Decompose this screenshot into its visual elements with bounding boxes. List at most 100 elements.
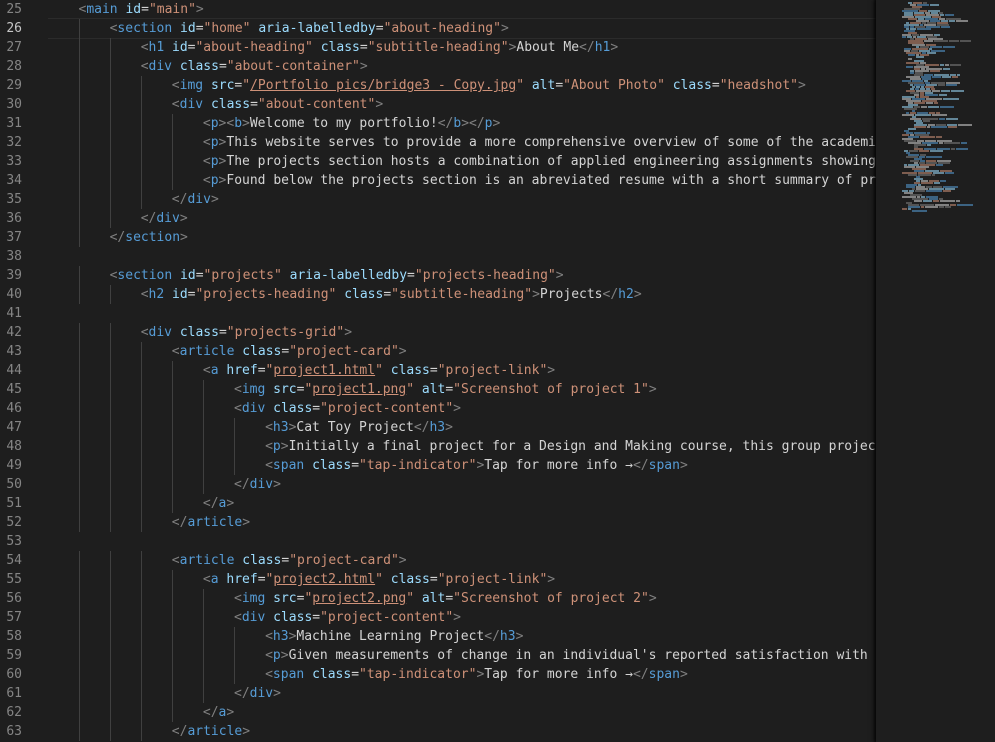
token-str: "about-content" xyxy=(257,97,376,112)
minimap-stroke xyxy=(923,120,930,122)
code-line[interactable]: </article> xyxy=(48,722,876,741)
code-line[interactable]: <h3>Cat Toy Project</h3> xyxy=(48,418,876,437)
code-line[interactable]: <div class="project-content"> xyxy=(48,608,876,627)
code-line[interactable]: <p>Initially a final project for a Desig… xyxy=(48,437,876,456)
code-line[interactable]: <img src = "/Portfolio pics/bridge3 - Copy… xyxy=(48,76,876,95)
indent-guide xyxy=(202,456,204,475)
token-str: "project-link" xyxy=(437,572,548,587)
token-bracket: > xyxy=(273,477,281,492)
code-line[interactable]: <p>Given measurements of change in an in… xyxy=(48,646,876,665)
minimap-stroke xyxy=(946,84,957,86)
code-area[interactable]: <main id="main"> <section id="home" aria-… xyxy=(48,0,876,742)
token-str: "project-content" xyxy=(320,610,454,625)
indent-guide xyxy=(78,152,80,171)
token-str: " xyxy=(242,78,251,93)
code-line[interactable]: </article> xyxy=(48,513,876,532)
token-link[interactable]: project1.html xyxy=(273,363,375,378)
minimap-stroke xyxy=(944,142,960,144)
code-editor[interactable]: 25 26 27 28 29 30 31 32 33 34 35 36 37 38 39 40 41 42 43 44… xyxy=(0,0,995,742)
indent-guide xyxy=(78,513,80,532)
code-line[interactable]: <img src="project1.png" alt="Screenshot … xyxy=(48,380,876,399)
code-line[interactable]: <article class="project-card"> xyxy=(48,342,876,361)
line-number: 63 xyxy=(6,724,22,739)
code-line[interactable]: <h3>Machine Learning Project</h3> xyxy=(48,627,876,646)
indent-guide xyxy=(78,361,80,380)
code-line[interactable] xyxy=(48,304,876,323)
code-line[interactable]: <a href="project2.html" class="project-l… xyxy=(48,570,876,589)
code-line[interactable]: <p><b>Welcome to my portfolio!</b></p> xyxy=(48,114,876,133)
code-line[interactable]: <span class="tap-indicator">Tap for more… xyxy=(48,456,876,475)
minimap-stroke xyxy=(939,94,947,96)
token-bracket: < xyxy=(234,610,242,625)
token-text: = xyxy=(312,610,321,625)
code-line[interactable]: </a> xyxy=(48,703,876,722)
token-tag: h3 xyxy=(272,420,289,435)
code-line[interactable] xyxy=(48,247,876,266)
code-line[interactable]: <main id="main"> xyxy=(48,0,876,19)
token-tag: h1 xyxy=(594,40,611,55)
token-str: "subtitle-heading" xyxy=(367,40,509,55)
token-tag: b xyxy=(453,116,462,131)
code-content: <div class="projects-grid"> xyxy=(141,323,352,342)
token-link[interactable]: project1.png xyxy=(312,382,406,397)
minimap-stroke xyxy=(940,106,954,108)
indent-guide xyxy=(78,399,80,418)
code-line[interactable]: <section id="home" aria-labelledby="abou… xyxy=(48,18,876,39)
code-line[interactable]: </div> xyxy=(48,209,876,228)
code-line[interactable]: <h1 id="about-heading" class="subtitle-h… xyxy=(48,38,876,57)
indent-guide xyxy=(140,133,142,152)
code-line[interactable]: <article class="project-card"> xyxy=(48,551,876,570)
code-line[interactable]: </section> xyxy=(48,228,876,247)
line-number: 54 xyxy=(6,553,22,568)
code-line[interactable]: <p>The projects section hosts a combinat… xyxy=(48,152,876,171)
token-link[interactable]: project2.html xyxy=(273,572,375,587)
token-link[interactable]: project2.png xyxy=(312,591,406,606)
code-line[interactable]: <p>This website serves to provide a more… xyxy=(48,133,876,152)
indent-guide xyxy=(109,665,111,684)
line-number: 36 xyxy=(6,211,22,226)
token-text: Welcome to my portfolio! xyxy=(249,116,438,131)
token-tag: p xyxy=(210,154,219,169)
minimap-stroke xyxy=(932,114,947,116)
indent-guide xyxy=(140,475,142,494)
indent-guide xyxy=(140,190,142,209)
code-line[interactable]: </a> xyxy=(48,494,876,513)
token-bracket: > xyxy=(359,59,368,74)
token-tag: article xyxy=(179,553,235,568)
token-attr: href xyxy=(226,572,258,587)
code-line[interactable]: <h2 id="projects-heading" class="subtitl… xyxy=(48,285,876,304)
code-line[interactable]: <img src="project2.png" alt="Screenshot … xyxy=(48,589,876,608)
code-line[interactable]: <div class="project-content"> xyxy=(48,399,876,418)
minimap[interactable] xyxy=(876,0,995,742)
code-line[interactable]: </div> xyxy=(48,684,876,703)
code-line[interactable]: <div class="about-content"> xyxy=(48,95,876,114)
minimap-stroke xyxy=(949,40,959,42)
token-attr: class xyxy=(210,97,251,112)
token-link[interactable]: /Portfolio pics/bridge3 - Copy.jpg xyxy=(250,78,516,93)
indent-guide xyxy=(78,133,80,152)
token-bracket: > xyxy=(648,382,657,397)
token-text: = xyxy=(359,40,368,55)
token-str: " xyxy=(375,363,383,378)
code-line[interactable]: </div> xyxy=(48,190,876,209)
code-line[interactable]: <a href="project1.html" class="project-l… xyxy=(48,361,876,380)
code-line[interactable]: <section id="projects" aria-labelledby="… xyxy=(48,266,876,285)
minimap-stroke xyxy=(932,90,940,92)
token-tag: div xyxy=(187,192,211,207)
code-line[interactable] xyxy=(48,532,876,551)
code-line[interactable]: <p>Found below the projects section is a… xyxy=(48,171,876,190)
code-line[interactable]: <div class="projects-grid"> xyxy=(48,323,876,342)
code-content: <img src="project2.png" alt="Screenshot … xyxy=(234,589,657,608)
token-attr: alt xyxy=(421,382,446,397)
code-line[interactable]: <span class="tap-indicator">Tap for more… xyxy=(48,665,876,684)
token-str: "main" xyxy=(148,2,196,17)
code-line[interactable]: </div> xyxy=(48,475,876,494)
token-bracket: </ xyxy=(171,724,188,739)
token-tag: div xyxy=(249,477,274,492)
code-line[interactable]: <div class="about-container"> xyxy=(48,57,876,76)
token-text: = xyxy=(711,78,720,93)
indent-guide xyxy=(78,627,80,646)
indent-guide xyxy=(234,627,235,646)
token-bracket: > xyxy=(280,648,289,663)
